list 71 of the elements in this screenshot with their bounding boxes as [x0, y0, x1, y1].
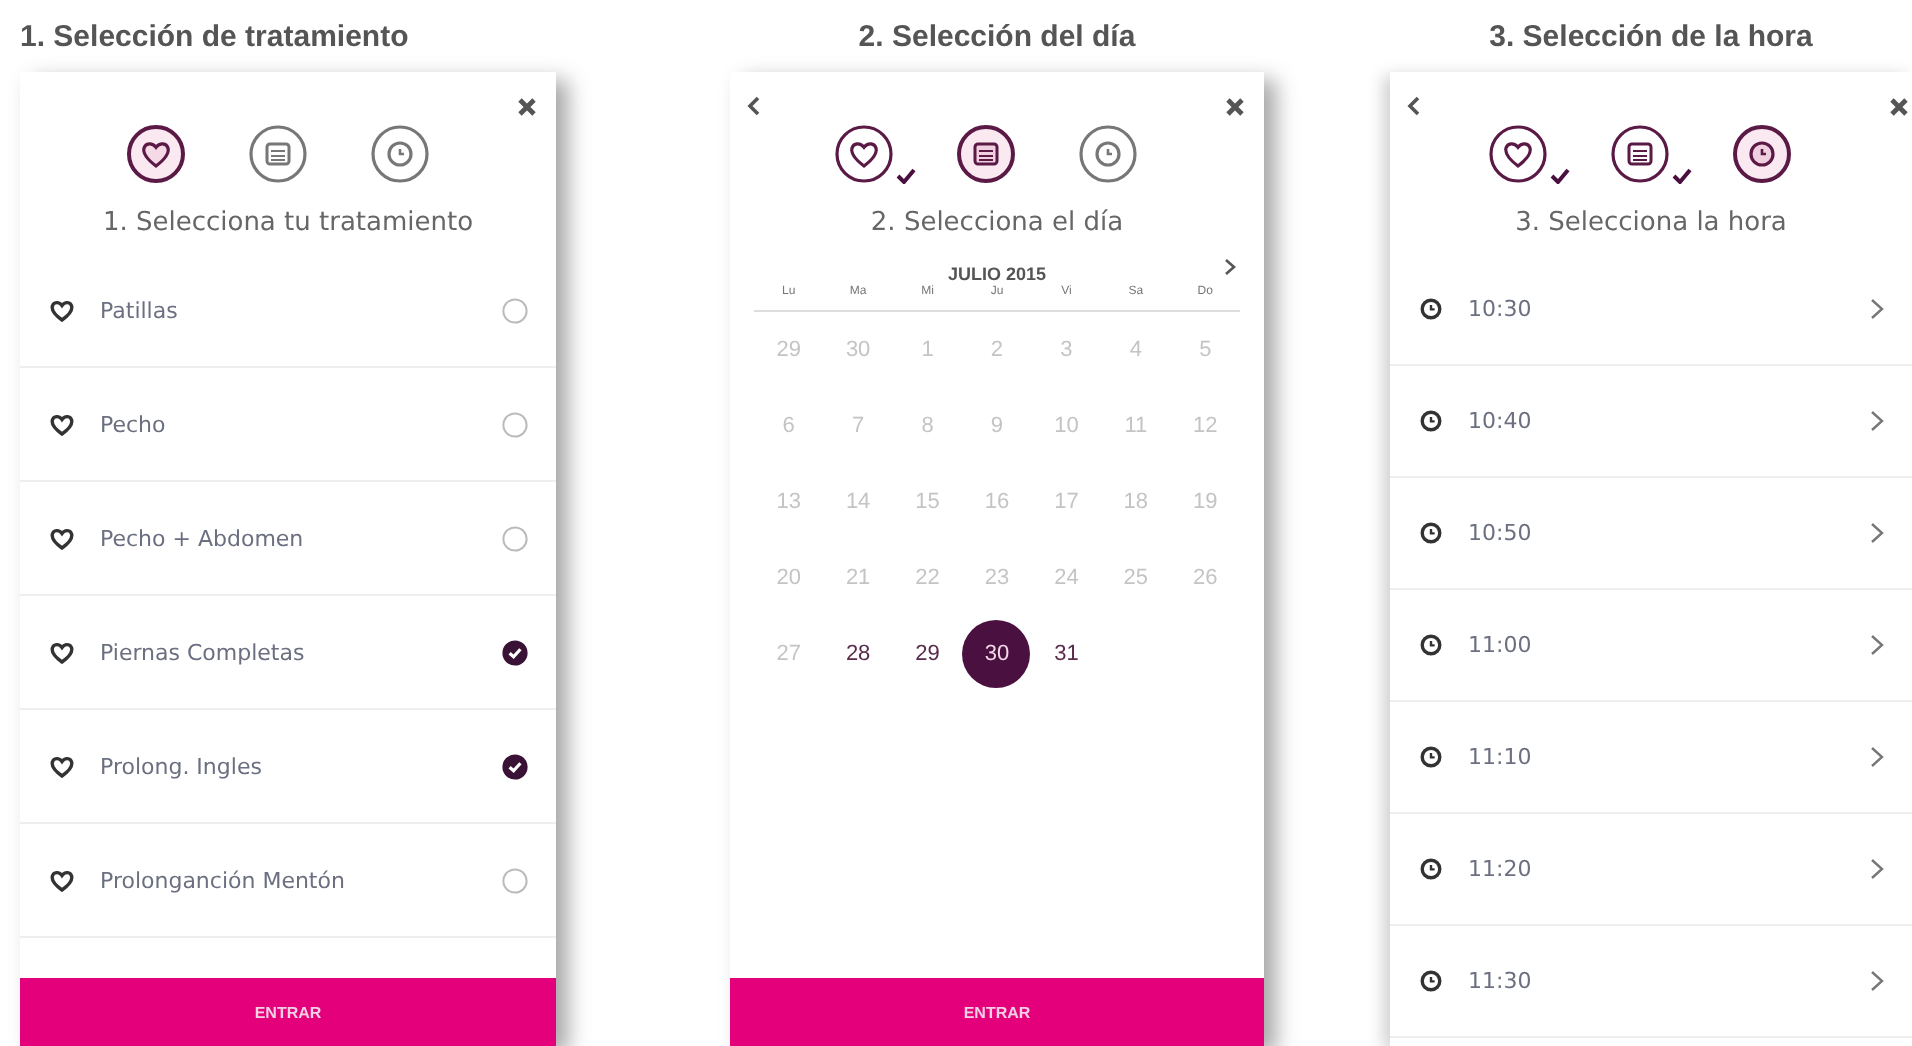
month-label: JULIO 2015	[947, 264, 1047, 284]
next-month-icon[interactable]	[1224, 258, 1236, 276]
radio-circle-icon[interactable]	[502, 411, 528, 437]
chevron-right-icon	[1870, 746, 1884, 768]
time-slot[interactable]: 10:50	[1390, 478, 1912, 590]
time-slot[interactable]: 11:10	[1390, 702, 1912, 814]
chevron-right-icon	[1870, 298, 1884, 320]
chevron-right-icon	[1870, 410, 1884, 432]
heart-icon	[50, 413, 74, 435]
time-label: 11:20	[1468, 856, 1534, 882]
radio-circle-icon[interactable]	[502, 867, 528, 893]
time-label: 10:40	[1468, 408, 1534, 434]
time-slot[interactable]: 11:20	[1390, 814, 1912, 926]
time-label: 11:10	[1468, 744, 1534, 770]
time-slot[interactable]: 10:30	[1390, 254, 1912, 366]
heart-icon	[50, 755, 74, 777]
checked-circle-icon[interactable]	[502, 639, 528, 665]
treatment-option[interactable]: Patillas	[20, 254, 556, 368]
close-icon[interactable]	[1226, 97, 1244, 115]
treatment-option[interactable]: Pecho + Abdomen	[20, 482, 556, 596]
enter-button[interactable]: ENTRAR	[730, 978, 1264, 1046]
calendar-day[interactable]: 30	[962, 620, 1031, 688]
clock-icon	[1420, 298, 1442, 320]
treatment-label: Pecho + Abdomen	[100, 525, 306, 551]
clock-icon	[1420, 858, 1442, 880]
step-subtitle: 3. Selecciona la hora	[1513, 208, 1789, 238]
step-subtitle: 2. Selecciona el día	[868, 208, 1126, 238]
back-icon[interactable]	[1406, 96, 1420, 116]
checked-circle-icon[interactable]	[502, 753, 528, 779]
step-heading: 1. Selección de tratamiento	[20, 17, 411, 57]
calendar-day[interactable]: 28	[824, 620, 893, 688]
chevron-right-icon	[1870, 858, 1884, 880]
heart-icon	[50, 641, 74, 663]
close-icon[interactable]	[1890, 97, 1908, 115]
close-icon[interactable]	[518, 97, 536, 115]
time-label: 11:30	[1468, 968, 1534, 994]
treatment-option[interactable]: Prolonganción Mentón	[20, 824, 556, 938]
heart-icon	[50, 527, 74, 549]
enter-button[interactable]: ENTRAR	[20, 978, 556, 1046]
clock-icon	[1420, 746, 1442, 768]
treatment-label: Prolonganción Mentón	[100, 867, 347, 893]
calendar-day[interactable]: 31	[1032, 620, 1101, 688]
treatment-option[interactable]: Prolong. Ingles	[20, 710, 556, 824]
chevron-right-icon	[1870, 634, 1884, 656]
treatment-option[interactable]: Piernas Completas	[20, 596, 556, 710]
time-slot[interactable]: 10:40	[1390, 366, 1912, 478]
clock-icon	[1420, 970, 1442, 992]
time-slot[interactable]: 11:30	[1390, 926, 1912, 1038]
treatment-option[interactable]: Pecho	[20, 368, 556, 482]
clock-icon	[1420, 522, 1442, 544]
treatment-label: Prolong. Ingles	[100, 753, 264, 779]
clock-icon	[1420, 410, 1442, 432]
radio-circle-icon[interactable]	[502, 525, 528, 551]
step-heading: 3. Selección de la hora	[1487, 17, 1815, 57]
clock-icon	[1420, 634, 1442, 656]
calendar-day[interactable]: 29	[893, 620, 962, 688]
back-icon[interactable]	[746, 96, 760, 116]
heart-icon	[50, 869, 74, 891]
step-heading: 2. Selección del día	[856, 17, 1138, 57]
step-subtitle: 1. Selecciona tu tratamiento	[100, 208, 476, 238]
time-label: 10:30	[1468, 296, 1534, 322]
treatment-label: Pecho	[100, 411, 168, 437]
treatment-label: Patillas	[100, 297, 180, 323]
chevron-right-icon	[1870, 522, 1884, 544]
chevron-right-icon	[1870, 970, 1884, 992]
heart-icon	[50, 299, 74, 321]
time-label: 11:00	[1468, 632, 1534, 658]
radio-circle-icon[interactable]	[502, 297, 528, 323]
treatment-label: Piernas Completas	[100, 639, 307, 665]
time-slot[interactable]: 11:00	[1390, 590, 1912, 702]
time-label: 10:50	[1468, 520, 1534, 546]
